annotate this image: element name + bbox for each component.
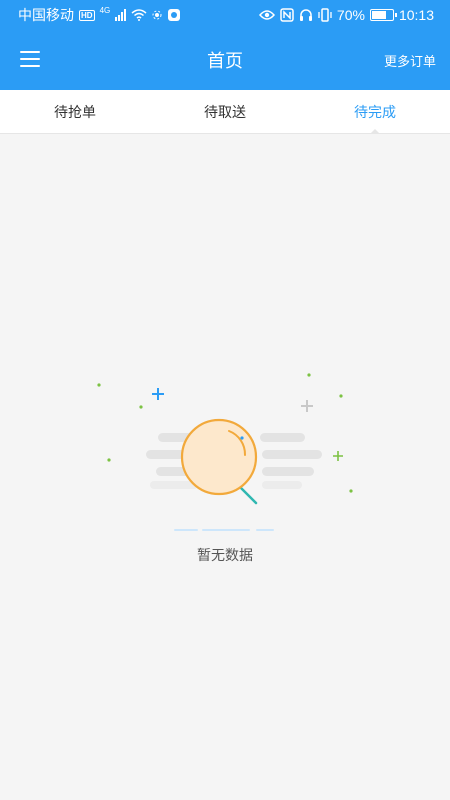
tab-pending-delivery[interactable]: 待取送 [150, 90, 300, 133]
order-list-area[interactable]: 暂无数据 [0, 135, 450, 800]
tab-pending-grab[interactable]: 待抢单 [0, 90, 150, 133]
battery-percent: 70% [336, 7, 365, 23]
status-bar: 中国移动 HD 4G 70% 10:13 [0, 0, 450, 30]
location-icon [152, 10, 162, 20]
app-header: 首页 更多订单 [0, 30, 450, 90]
tab-bar: 待抢单 待取送 待完成 [0, 90, 450, 134]
page-title: 首页 [207, 51, 243, 71]
status-right: 70% 10:13 [258, 7, 434, 23]
hd-badge: HD [79, 9, 95, 21]
carrier-name: 中国移动 [18, 7, 74, 23]
magnifier-empty-icon [97, 373, 353, 531]
vibrate-icon [318, 8, 332, 22]
hamburger-menu-icon[interactable] [20, 51, 40, 67]
more-orders-button[interactable]: 更多订单 [384, 51, 436, 70]
signal-icon [115, 9, 127, 21]
wifi-icon [131, 9, 147, 21]
eye-icon [258, 10, 275, 20]
clock: 10:13 [398, 7, 434, 23]
headphone-icon [299, 9, 312, 21]
battery-icon [369, 9, 397, 21]
empty-state-text: 暂无数据 [197, 547, 253, 563]
nfc-icon [280, 8, 294, 22]
network-type: 4G [99, 5, 111, 15]
tab-pending-complete[interactable]: 待完成 [300, 90, 450, 134]
app-notification-icon [168, 9, 181, 21]
status-left: 中国移动 HD 4G [18, 5, 181, 25]
